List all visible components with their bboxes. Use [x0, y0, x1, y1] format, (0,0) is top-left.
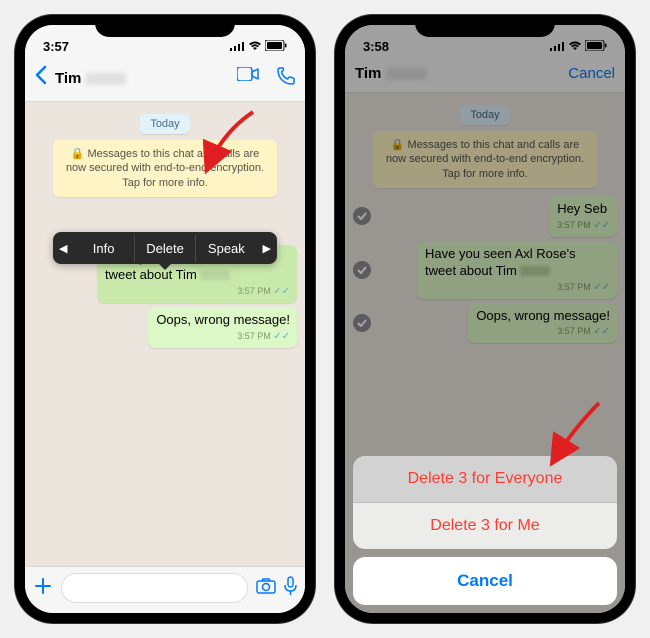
chat-header: Tim [25, 59, 305, 102]
screen: 3:57 Tim [25, 25, 305, 613]
status-icons [550, 39, 607, 54]
camera-icon[interactable] [256, 578, 276, 599]
wifi-icon [248, 39, 262, 54]
screen: 3:58 Tim Cancel Today 🔒 Messages to this… [345, 25, 625, 613]
voice-call-icon[interactable] [277, 67, 295, 90]
mic-icon[interactable] [284, 576, 297, 601]
delivered-icon: ✓✓ [593, 282, 610, 293]
phone-left: 3:57 Tim [15, 15, 315, 623]
encryption-notice[interactable]: 🔒 Messages to this chat and calls are no… [53, 140, 277, 197]
chat-area[interactable]: Today 🔒 Messages to this chat and calls … [25, 102, 305, 566]
chat-header: Tim Cancel [345, 59, 625, 93]
action-sheet: Delete 3 for Everyone Delete 3 for Me Ca… [353, 456, 617, 605]
signal-icon [230, 39, 245, 54]
select-checkbox[interactable] [353, 261, 371, 279]
notch [95, 15, 235, 37]
sheet-cancel[interactable]: Cancel [353, 557, 617, 605]
wifi-icon [568, 39, 582, 54]
select-checkbox[interactable] [353, 207, 371, 225]
message-bubble[interactable]: Hey Seb 3:57 PM ✓✓ [549, 196, 617, 237]
delivered-icon: ✓✓ [273, 286, 290, 297]
date-divider: Today [353, 105, 617, 123]
notch [415, 15, 555, 37]
message-bubble[interactable]: Have you seen Axl Rose's tweet about Tim… [417, 241, 617, 299]
signal-icon [550, 39, 565, 54]
message-input[interactable] [61, 573, 248, 603]
status-time: 3:58 [363, 39, 389, 54]
delete-for-me[interactable]: Delete 3 for Me [353, 503, 617, 549]
message-row[interactable]: Hey Seb 3:57 PM ✓✓ [353, 196, 617, 237]
phone-right: 3:58 Tim Cancel Today 🔒 Messages to this… [335, 15, 635, 623]
delivered-icon: ✓✓ [273, 331, 290, 342]
menu-next-icon[interactable]: ▶ [257, 242, 277, 255]
attach-icon[interactable] [33, 576, 53, 601]
back-button[interactable] [35, 65, 47, 91]
cancel-selection[interactable]: Cancel [568, 65, 615, 82]
encryption-notice[interactable]: 🔒 Messages to this chat and calls are no… [373, 131, 597, 188]
date-divider: Today [33, 114, 297, 132]
contact-name[interactable]: Tim [355, 65, 560, 82]
video-call-icon[interactable] [237, 67, 259, 90]
message-row[interactable]: Oops, wrong message! 3:57 PM ✓✓ [353, 303, 617, 344]
message-bubble[interactable]: Oops, wrong message! 3:57 PM ✓✓ [148, 307, 297, 348]
message-bubble[interactable]: Oops, wrong message! 3:57 PM ✓✓ [468, 303, 617, 344]
delete-for-everyone[interactable]: Delete 3 for Everyone [353, 456, 617, 503]
message-row[interactable]: Oops, wrong message! 3:57 PM ✓✓ [33, 307, 297, 348]
context-menu: ◀ Info Delete Speak ▶ [53, 232, 277, 264]
menu-prev-icon[interactable]: ◀ [53, 242, 73, 255]
menu-info[interactable]: Info [73, 235, 134, 262]
select-checkbox[interactable] [353, 314, 371, 332]
status-time: 3:57 [43, 39, 69, 54]
delivered-icon: ✓✓ [593, 326, 610, 337]
battery-icon [585, 39, 607, 54]
menu-speak[interactable]: Speak [196, 235, 256, 262]
contact-name[interactable]: Tim [55, 70, 229, 87]
input-bar [25, 566, 305, 613]
battery-icon [265, 39, 287, 54]
status-icons [230, 39, 287, 54]
menu-delete[interactable]: Delete [135, 235, 196, 262]
message-row[interactable]: Have you seen Axl Rose's tweet about Tim… [353, 241, 617, 299]
delivered-icon: ✓✓ [593, 220, 610, 231]
